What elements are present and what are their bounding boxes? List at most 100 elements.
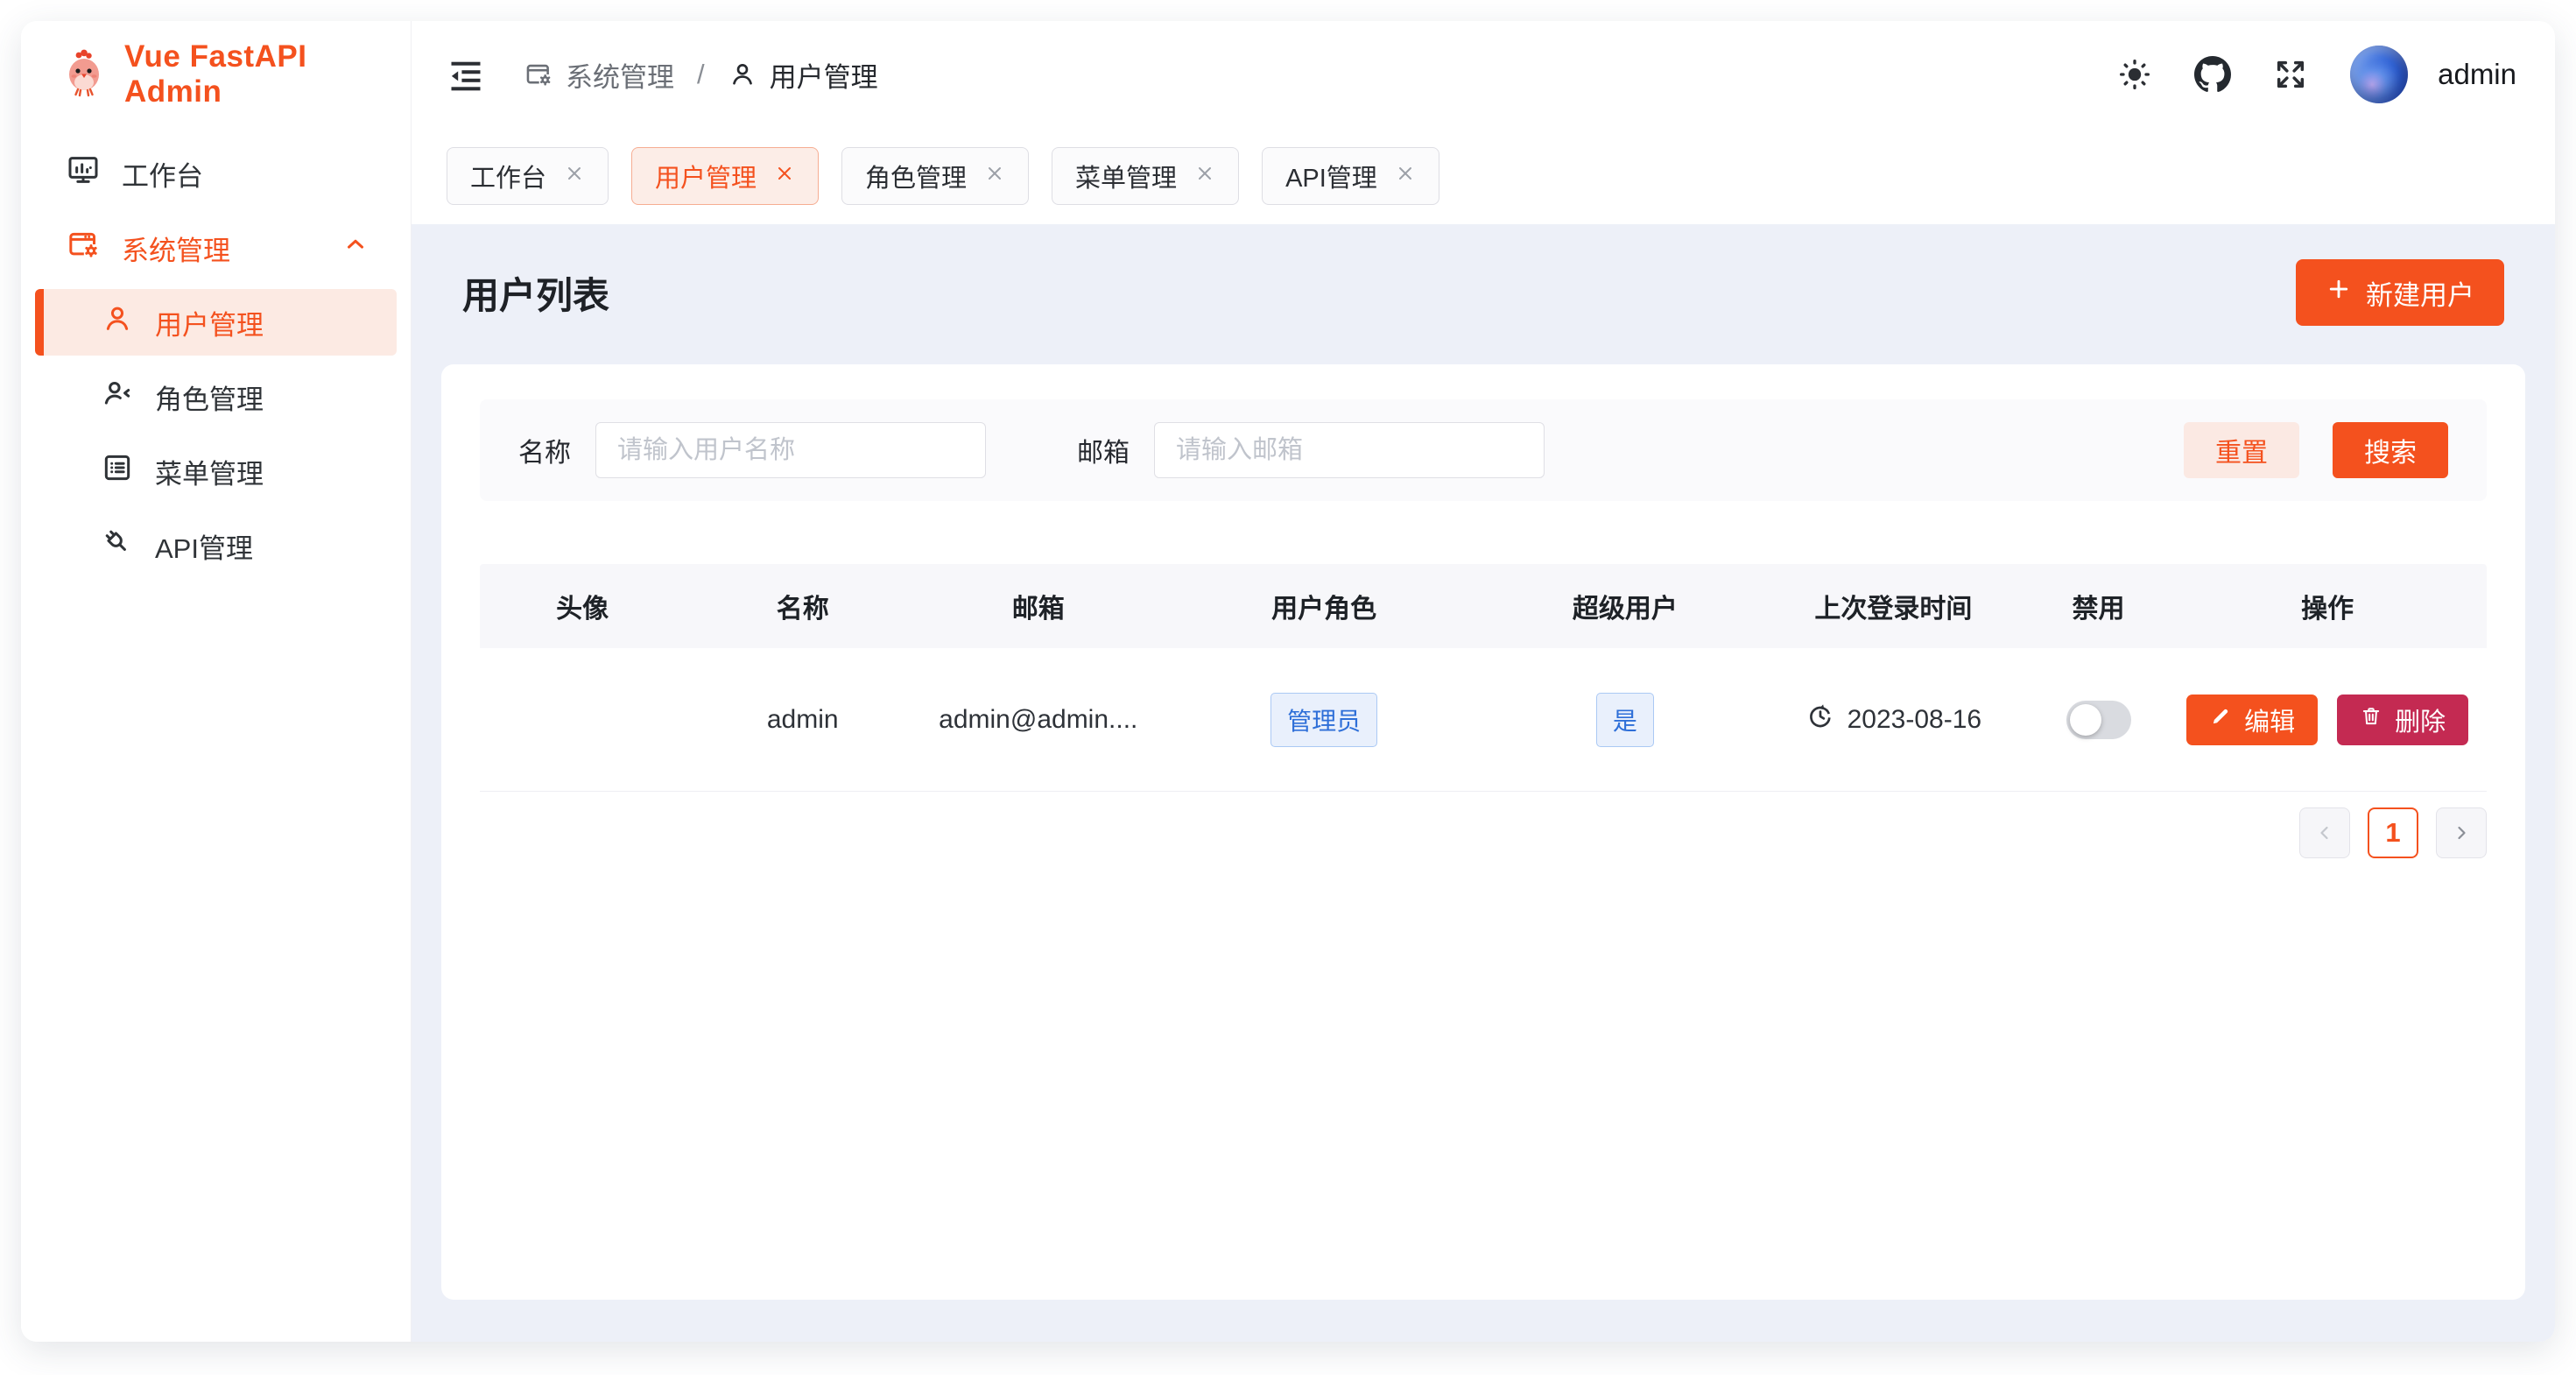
column-header-lastlogin: 上次登录时间 bbox=[1758, 587, 2029, 625]
topbar: 系统管理 / 用户管理 bbox=[412, 21, 2555, 128]
delete-label: 删除 bbox=[2395, 702, 2446, 738]
tab-label: 菜单管理 bbox=[1075, 158, 1177, 194]
tab-workbench[interactable]: 工作台 bbox=[447, 147, 609, 205]
tab-label: 工作台 bbox=[470, 158, 546, 194]
monitor-dashboard-icon bbox=[66, 152, 101, 194]
menu-list-icon bbox=[101, 451, 134, 491]
role-badge: 管理员 bbox=[1270, 693, 1377, 747]
content: 用户列表 新建用户 名称 邮箱 重置 搜索 bbox=[412, 224, 2555, 1342]
new-user-label: 新建用户 bbox=[2366, 273, 2474, 313]
sidebar-item-label: 菜单管理 bbox=[155, 452, 264, 491]
breadcrumb-separator: / bbox=[697, 59, 705, 90]
user-role-icon bbox=[101, 377, 134, 417]
cell-disabled bbox=[2029, 701, 2168, 739]
user-list-card: 名称 邮箱 重置 搜索 头像 名称 邮箱 用户角色 bbox=[441, 364, 2525, 1300]
last-login-value: 2023-08-16 bbox=[1848, 705, 1981, 735]
chevron-up-icon bbox=[342, 231, 369, 264]
edit-button[interactable]: 编辑 bbox=[2186, 695, 2318, 745]
email-filter-label: 邮箱 bbox=[1077, 431, 1130, 469]
avatar[interactable] bbox=[2350, 46, 2408, 103]
column-header-disabled: 禁用 bbox=[2029, 587, 2168, 625]
fullscreen-icon[interactable] bbox=[2273, 57, 2308, 92]
close-icon[interactable] bbox=[1395, 162, 1416, 191]
tab-roles[interactable]: 角色管理 bbox=[841, 147, 1029, 205]
sidebar-menu: 工作台 系统管理 bbox=[21, 128, 411, 587]
sidebar-item-api[interactable]: API管理 bbox=[35, 512, 397, 579]
search-button[interactable]: 搜索 bbox=[2333, 422, 2448, 478]
sidebar-item-label: 用户管理 bbox=[155, 303, 264, 342]
pagination: 1 bbox=[480, 807, 2487, 858]
name-filter-label: 名称 bbox=[518, 431, 571, 469]
close-icon[interactable] bbox=[984, 162, 1005, 191]
cell-name: admin bbox=[685, 705, 920, 735]
breadcrumb-label: 系统管理 bbox=[566, 55, 674, 95]
pencil-icon bbox=[2209, 705, 2232, 735]
sidebar-item-workbench[interactable]: 工作台 bbox=[35, 140, 397, 207]
tab-users[interactable]: 用户管理 bbox=[631, 147, 819, 205]
close-icon[interactable] bbox=[774, 162, 795, 191]
disabled-toggle[interactable] bbox=[2066, 701, 2131, 739]
sidebar-item-menus[interactable]: 菜单管理 bbox=[35, 438, 397, 504]
tab-api[interactable]: API管理 bbox=[1262, 147, 1439, 205]
tabbar: 工作台 用户管理 角色管理 菜单管理 API管理 bbox=[412, 128, 2555, 224]
cell-email: admin@admin.... bbox=[920, 705, 1156, 735]
plug-api-icon bbox=[101, 525, 134, 566]
sidebar-item-label: API管理 bbox=[155, 526, 253, 566]
user-icon bbox=[101, 302, 134, 342]
column-header-name: 名称 bbox=[685, 587, 920, 625]
column-header-superuser: 超级用户 bbox=[1492, 587, 1758, 625]
filter-bar: 名称 邮箱 重置 搜索 bbox=[480, 399, 2487, 501]
new-user-button[interactable]: 新建用户 bbox=[2296, 259, 2504, 326]
page-head: 用户列表 新建用户 bbox=[441, 257, 2525, 328]
name-filter-input[interactable] bbox=[595, 422, 986, 478]
cell-actions: 编辑 删除 bbox=[2168, 695, 2487, 745]
column-header-avatar: 头像 bbox=[480, 587, 685, 625]
prev-page-button[interactable] bbox=[2299, 807, 2350, 858]
page-1-button[interactable]: 1 bbox=[2368, 807, 2418, 858]
chick-logo-icon bbox=[61, 47, 109, 102]
window-gear-icon bbox=[66, 227, 101, 269]
breadcrumb-label: 用户管理 bbox=[770, 55, 878, 95]
sidebar-item-label: 系统管理 bbox=[122, 229, 230, 268]
reset-button[interactable]: 重置 bbox=[2184, 422, 2299, 478]
app-title: Vue FastAPI Admin bbox=[124, 39, 411, 109]
sidebar-item-label: 工作台 bbox=[122, 154, 203, 194]
sidebar-item-roles[interactable]: 角色管理 bbox=[35, 363, 397, 430]
breadcrumb-item-users[interactable]: 用户管理 bbox=[728, 55, 878, 95]
trash-icon bbox=[2360, 705, 2382, 735]
brand[interactable]: Vue FastAPI Admin bbox=[21, 21, 411, 128]
column-header-role: 用户角色 bbox=[1156, 587, 1492, 625]
app-window: Vue FastAPI Admin 工作台 bbox=[21, 21, 2555, 1342]
main-area: 系统管理 / 用户管理 bbox=[412, 21, 2555, 1342]
sidebar-item-users[interactable]: 用户管理 bbox=[35, 289, 397, 356]
superuser-badge: 是 bbox=[1596, 693, 1654, 747]
github-icon[interactable] bbox=[2194, 56, 2231, 93]
history-clock-icon bbox=[1805, 702, 1835, 738]
sidebar-item-label: 角色管理 bbox=[155, 377, 264, 417]
cell-superuser: 是 bbox=[1492, 693, 1758, 747]
table-row: admin admin@admin.... 管理员 是 bbox=[480, 648, 2487, 792]
users-table: 头像 名称 邮箱 用户角色 超级用户 上次登录时间 禁用 操作 admin ad… bbox=[480, 564, 2487, 792]
username[interactable]: admin bbox=[2438, 58, 2516, 91]
topbar-actions: admin bbox=[2117, 46, 2516, 103]
breadcrumb-item-system[interactable]: 系统管理 bbox=[524, 55, 674, 95]
table-header-row: 头像 名称 邮箱 用户角色 超级用户 上次登录时间 禁用 操作 bbox=[480, 564, 2487, 648]
collapse-sidebar-icon[interactable] bbox=[447, 55, 485, 94]
tab-label: 角色管理 bbox=[865, 158, 967, 194]
sidebar-item-system[interactable]: 系统管理 bbox=[35, 215, 397, 281]
edit-label: 编辑 bbox=[2244, 702, 2295, 738]
tab-menus[interactable]: 菜单管理 bbox=[1052, 147, 1239, 205]
tab-label: 用户管理 bbox=[655, 158, 757, 194]
close-icon[interactable] bbox=[1194, 162, 1215, 191]
next-page-button[interactable] bbox=[2436, 807, 2487, 858]
close-icon[interactable] bbox=[564, 162, 585, 191]
delete-button[interactable]: 删除 bbox=[2337, 695, 2468, 745]
toggle-knob bbox=[2070, 704, 2101, 736]
cell-last-login: 2023-08-16 bbox=[1758, 702, 2029, 738]
theme-sun-icon[interactable] bbox=[2117, 57, 2152, 92]
email-filter-input[interactable] bbox=[1154, 422, 1545, 478]
cell-role: 管理员 bbox=[1156, 693, 1492, 747]
column-header-actions: 操作 bbox=[2168, 587, 2487, 625]
plus-icon bbox=[2326, 276, 2352, 309]
breadcrumb: 系统管理 / 用户管理 bbox=[524, 55, 878, 95]
